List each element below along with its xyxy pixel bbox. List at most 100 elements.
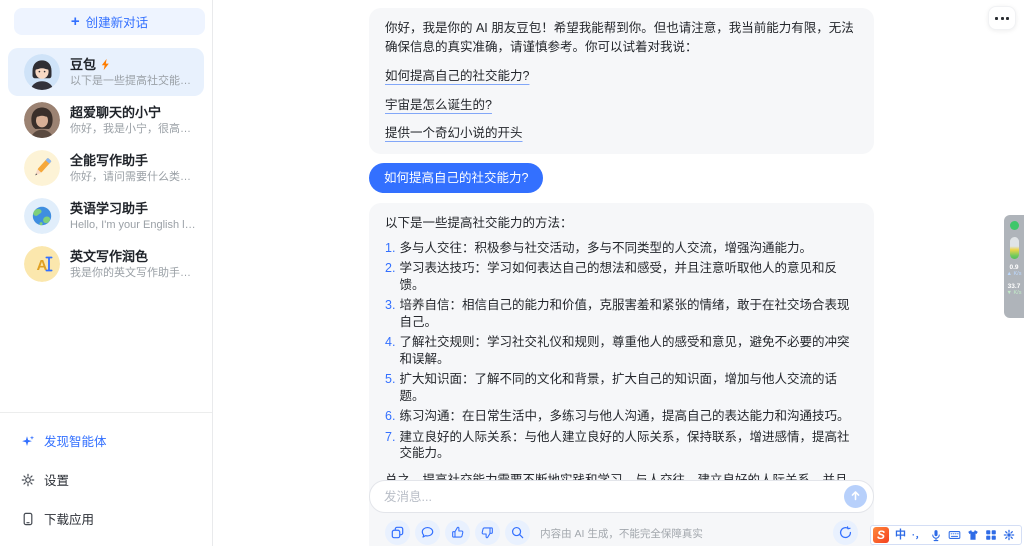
list-number: 6. — [385, 409, 396, 424]
sidebar-footer: 发现智能体设置下载应用 — [0, 412, 212, 546]
mic-icon[interactable] — [930, 529, 942, 542]
ai-disclaimer: 内容由 AI 生成，不能完全保障真实 — [540, 528, 703, 540]
ime-punctuation-toggle[interactable]: ·， — [912, 530, 924, 540]
sidebar-footer-item[interactable]: 发现智能体 — [0, 421, 212, 460]
sidebar-footer-label: 设置 — [44, 474, 70, 488]
chat-item-title: 英文写作润色 — [70, 248, 198, 265]
net-monitor-widget[interactable]: 0.9 ▲ K/s 33.7 ▼ K/s — [1004, 215, 1024, 318]
greeting-text: 你好，我是你的 AI 朋友豆包！希望我能帮到你。但也请注意，我当前能力有限，无法… — [385, 21, 854, 54]
sidebar-footer-item[interactable]: 下载应用 — [0, 499, 212, 538]
suggestion-link[interactable]: 提供一个奇幻小说的开头 — [385, 125, 523, 143]
gear-icon — [21, 473, 35, 487]
reply-intro: 以下是一些提高社交能力的方法： — [385, 215, 573, 230]
reply-list-item: 6. 练习沟通：在日常生活中，多练习与他人沟通，提高自己的表达能力和沟通技巧。 — [385, 408, 858, 425]
arrow-up-icon — [849, 489, 862, 505]
list-text: 了解社交规则：学习社交礼仪和规则，尊重他人的感受和意见，避免不必要的冲突和误解。 — [399, 335, 850, 366]
list-number: 2. — [385, 261, 396, 276]
chat-item-meta: 英文写作润色我是你的英文写作助手。你随时把... — [70, 248, 198, 281]
chat-item-title: 全能写作助手 — [70, 152, 198, 169]
plus-icon: + — [70, 12, 80, 30]
chat-item-preview: 我是你的英文写作助手。你随时把... — [70, 266, 198, 279]
chat-item-preview: 你好，请问需要什么类型的文案创... — [70, 170, 198, 183]
shirt-icon[interactable] — [967, 529, 979, 541]
doubao-girl-avatar — [24, 54, 60, 90]
message-input-bar — [369, 480, 874, 513]
chat-list-item[interactable]: 英语学习助手 Hello, I'm your English learning a… — [8, 192, 204, 240]
list-number: 7. — [385, 429, 396, 444]
chat-item-meta: 超爱聊天的小宁你好，我是小宁，很高兴认识你。... — [70, 104, 198, 137]
chat-item-meta: 全能写作助手你好，请问需要什么类型的文案创... — [70, 152, 198, 185]
grid-icon[interactable] — [985, 529, 997, 541]
chat-item-title: 超爱聊天的小宁 — [70, 104, 198, 121]
send-button[interactable] — [844, 485, 867, 508]
sogou-logo-icon[interactable]: S — [873, 527, 889, 543]
reply-list-item: 2. 学习表达技巧：学习如何表达自己的想法和感受，并且注意听取他人的意见和反馈。 — [385, 260, 858, 293]
dot — [1006, 16, 1009, 20]
list-number: 3. — [385, 298, 396, 313]
globe-avatar — [24, 198, 60, 234]
suggestion-link[interactable]: 宇宙是怎么诞生的? — [385, 97, 492, 115]
upload-speed: 0.9 ▲ K/s — [1006, 264, 1022, 278]
dot — [1000, 16, 1004, 20]
chat-item-name: 超爱聊天的小宁 — [70, 104, 162, 120]
more-menu-button[interactable] — [988, 6, 1016, 30]
list-text: 学习表达技巧：学习如何表达自己的想法和感受，并且注意听取他人的意见和反馈。 — [399, 261, 837, 292]
chat-list-item[interactable]: 全能写作助手你好，请问需要什么类型的文案创... — [8, 144, 204, 192]
svg-text:A: A — [37, 257, 48, 274]
assistant-greeting-message: 你好，我是你的 AI 朋友豆包！希望我能帮到你。但也请注意，我当前能力有限，无法… — [369, 8, 874, 154]
chat-item-name: 豆包 — [70, 56, 97, 72]
ai-letters-avatar: A — [24, 246, 60, 282]
suggestion-links: 如何提高自己的社交能力? 宇宙是怎么诞生的? 提供一个奇幻小说的开头 — [385, 68, 858, 143]
user-message-row: 如何提高自己的社交能力? — [369, 162, 874, 193]
chat-item-preview: Hello, I'm your English learning ass... — [70, 218, 198, 231]
photo-person-avatar — [24, 102, 60, 138]
chat-column: 你好，我是你的 AI 朋友豆包！希望我能帮到你。但也请注意，我当前能力有限，无法… — [369, 0, 874, 546]
new-chat-button[interactable]: + 创建新对话 — [14, 8, 205, 35]
chat-area: 你好，我是你的 AI 朋友豆包！希望我能帮到你。但也请注意，我当前能力有限，无法… — [214, 0, 1024, 546]
sidebar-footer-item[interactable]: 设置 — [0, 460, 212, 499]
chat-list-item[interactable]: A 英文写作润色我是你的英文写作助手。你随时把... — [8, 240, 204, 288]
list-text: 培养自信：相信自己的能力和价值，克服害羞和紧张的情绪，敢于在社交场合表现自己。 — [399, 298, 850, 329]
list-text: 练习沟通：在日常生活中，多练习与他人沟通，提高自己的表达能力和沟通技巧。 — [399, 409, 850, 424]
reply-list-item: 1. 多与人交往：积极参与社交活动，多与不同类型的人交流，增强沟通能力。 — [385, 240, 858, 257]
chat-item-title: 英语学习助手 — [70, 200, 198, 217]
chat-list: 豆包以下是一些提高社交能力的方法: ... 超爱聊天的小宁你好，我是小宁，很高兴认… — [0, 48, 212, 288]
list-number: 5. — [385, 372, 396, 387]
message-input[interactable] — [384, 489, 844, 504]
sidebar-footer-label: 发现智能体 — [44, 435, 107, 449]
status-dot — [1009, 221, 1019, 230]
doubao-app: + 创建新对话 豆包以下是一些提高社交能力的方法: ...超爱聊天的小宁你好，我… — [0, 0, 1024, 546]
sidebar: + 创建新对话 豆包以下是一些提高社交能力的方法: ... 超爱聊天的小宁你好，我… — [0, 0, 213, 546]
download-speed: 33.7 ▼ K/s — [1006, 282, 1022, 297]
suggestion-link[interactable]: 如何提高自己的社交能力? — [385, 68, 529, 86]
chat-item-preview: 以下是一些提高社交能力的方法: ... — [70, 74, 198, 87]
ime-mode-toggle[interactable]: 中 — [895, 529, 906, 541]
phone-icon — [21, 512, 35, 526]
user-message-bubble: 如何提高自己的社交能力? — [369, 162, 544, 193]
chat-item-preview: 你好，我是小宁，很高兴认识你。... — [70, 122, 198, 135]
reply-list-item: 4. 了解社交规则：学习社交礼仪和规则，尊重他人的感受和意见，避免不必要的冲突和误… — [385, 334, 858, 367]
chat-list-item[interactable]: 超爱聊天的小宁你好，我是小宁，很高兴认识你。... — [8, 96, 204, 144]
reply-list-item: 5. 扩大知识面：了解不同的文化和背景，扩大自己的知识面，增加与他人交流的话题。 — [385, 371, 858, 404]
reply-list: 1. 多与人交往：积极参与社交活动，多与不同类型的人交流，增强沟通能力。 2. 学习表… — [385, 240, 858, 462]
sparkle-icon — [21, 434, 35, 448]
new-chat-label: 创建新对话 — [85, 16, 149, 30]
list-text: 扩大知识面：了解不同的文化和背景，扩大自己的知识面，增加与他人交流的话题。 — [399, 372, 837, 403]
toolbox-gear-icon[interactable] — [1003, 529, 1015, 541]
dot — [995, 16, 998, 20]
chat-item-meta: 豆包以下是一些提高社交能力的方法: ... — [70, 56, 198, 89]
chat-item-meta: 英语学习助手 Hello, I'm your English learning a… — [70, 200, 198, 233]
chat-item-name: 英文写作润色 — [70, 248, 149, 264]
pencil-avatar — [24, 150, 60, 186]
list-text: 建立良好的人际关系：与他人建立良好的人际关系，保持联系，增进感情，提高社交能力。 — [399, 429, 850, 461]
chat-item-name: 英语学习助手 — [70, 200, 149, 216]
keyboard-icon[interactable] — [948, 529, 961, 541]
bolt-icon — [100, 58, 111, 71]
chat-list-item[interactable]: 豆包以下是一些提高社交能力的方法: ... — [8, 48, 204, 96]
reply-list-item: 3. 培养自信：相信自己的能力和价值，克服害羞和紧张的情绪，敢于在社交场合表现自己… — [385, 297, 858, 330]
sogou-ime-toolbar: S 中 ·， — [870, 525, 1022, 545]
chat-item-name: 全能写作助手 — [70, 152, 149, 168]
chat-item-title: 豆包 — [70, 56, 198, 73]
list-number: 4. — [385, 335, 396, 350]
sidebar-footer-label: 下载应用 — [44, 513, 95, 527]
